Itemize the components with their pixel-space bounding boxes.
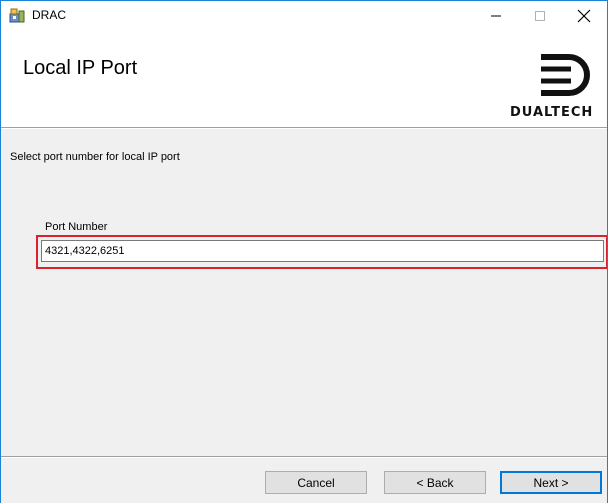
minimize-button[interactable]: [473, 1, 519, 31]
maximize-icon: [535, 11, 545, 21]
page-title: Local IP Port: [23, 57, 138, 79]
port-number-label: Port Number: [45, 221, 108, 233]
title-bar[interactable]: DRAC: [1, 1, 607, 31]
port-number-input[interactable]: [41, 240, 604, 262]
maximize-button[interactable]: [517, 1, 563, 31]
installer-package-icon: [9, 8, 25, 23]
minimize-icon: [491, 15, 501, 17]
close-button[interactable]: [561, 1, 607, 31]
instruction-text: Select port number for local IP port: [10, 151, 180, 163]
next-button[interactable]: Next >: [500, 471, 602, 494]
back-button[interactable]: < Back: [384, 471, 486, 494]
wizard-header: Local IP Port DUALTECH: [1, 31, 607, 127]
close-icon: [577, 9, 591, 23]
installer-window: DRAC Local IP Port DUALTECH Select port …: [0, 0, 608, 503]
cancel-button[interactable]: Cancel: [265, 471, 367, 494]
window-title: DRAC: [32, 8, 67, 22]
logo-text: DUALTECH: [510, 105, 594, 120]
